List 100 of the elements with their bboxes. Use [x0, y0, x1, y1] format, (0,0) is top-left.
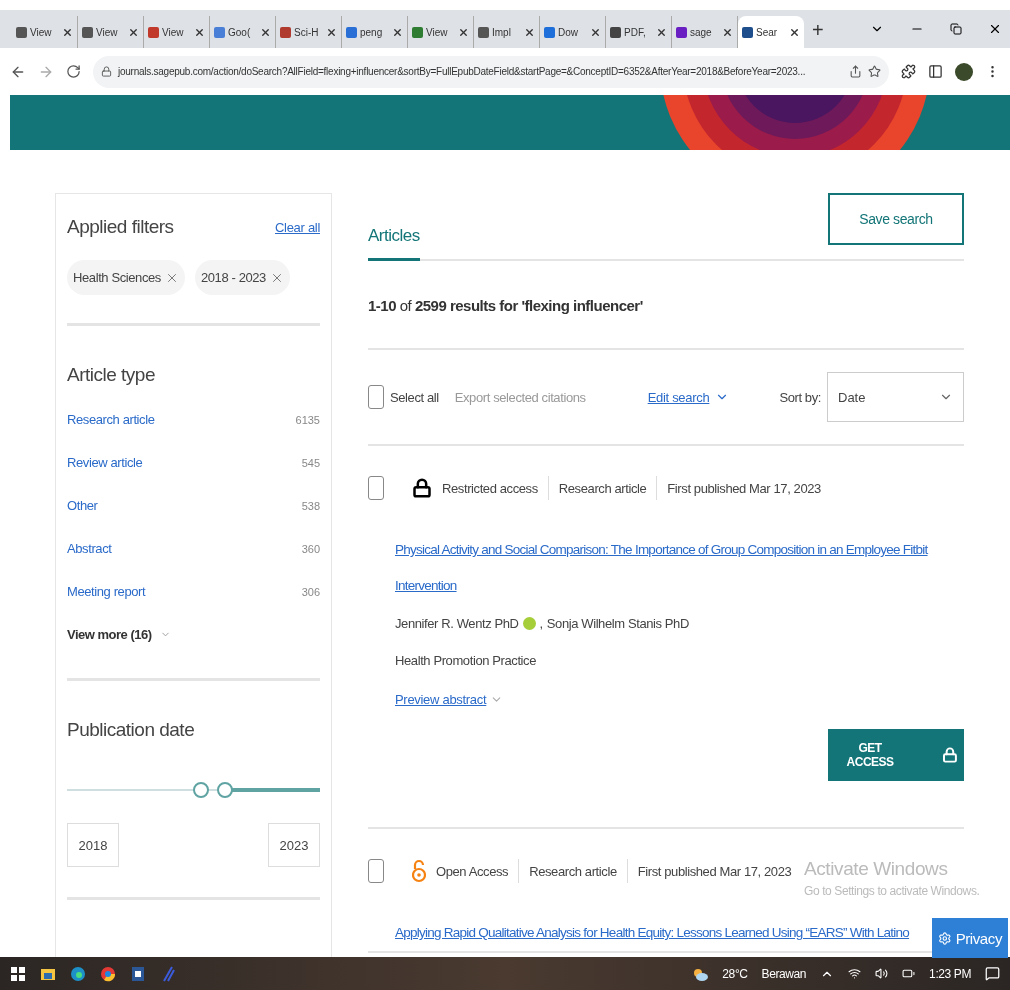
results-summary: 1-10 of 2599 results for 'flexing influencer': [368, 261, 964, 350]
browser-tab[interactable]: Goo(: [210, 16, 276, 48]
browser-tab[interactable]: Impl: [474, 16, 540, 48]
close-icon[interactable]: [458, 26, 469, 38]
extensions-icon[interactable]: [901, 64, 916, 79]
facet-link[interactable]: Review article: [67, 455, 143, 470]
lock-icon: [942, 747, 958, 763]
view-more-link[interactable]: View more (16): [67, 627, 320, 642]
facet-link[interactable]: Abstract: [67, 541, 112, 556]
browser-tab[interactable]: Dow: [540, 16, 606, 48]
year-to-field[interactable]: 2023: [268, 823, 320, 867]
section-title: Publication date: [67, 719, 196, 741]
browser-tab[interactable]: View: [144, 16, 210, 48]
close-icon[interactable]: [62, 26, 73, 38]
lock-icon: [412, 478, 432, 498]
facet-link[interactable]: Research article: [67, 412, 155, 427]
side-panel-icon[interactable]: [928, 64, 943, 79]
activation-title: Activate Windows: [804, 858, 949, 880]
facet-link[interactable]: Other: [67, 498, 98, 513]
journal-name: Health Promotion Practice: [395, 653, 536, 668]
browser-tab[interactable]: Sear: [738, 16, 804, 48]
access-label: Restricted access: [442, 480, 538, 496]
article-type: Research article: [529, 863, 617, 879]
sort-select[interactable]: Date: [827, 372, 964, 422]
close-icon[interactable]: [128, 26, 139, 38]
section-title: Applied filters: [67, 216, 174, 238]
select-all-label[interactable]: Select all: [390, 389, 439, 405]
tab-title: Impl: [492, 26, 512, 38]
article-title-link[interactable]: Physical Activity and Social Comparison: The Importance of Group Composition in an Employee Fitbit Intervention: [395, 532, 928, 604]
results-tab[interactable]: Articles: [368, 226, 420, 261]
chrome-icon[interactable]: [100, 965, 116, 982]
share-icon[interactable]: [849, 65, 862, 78]
browser-tab[interactable]: PDF,: [606, 16, 672, 48]
browser-tab[interactable]: View: [12, 16, 78, 48]
clock[interactable]: 1:23 PM: [929, 966, 971, 981]
article-title-link[interactable]: Applying Rapid Qualitative Analysis for Health Equity: Lessons Learned Using “EARS” With Latino: [395, 915, 928, 951]
browser-icon[interactable]: [70, 965, 86, 982]
browser-tab[interactable]: View: [408, 16, 474, 48]
notification-icon[interactable]: [985, 966, 1000, 981]
close-icon[interactable]: [656, 26, 667, 38]
year-from-field[interactable]: 2018: [67, 823, 119, 867]
tab-title: Dow: [558, 26, 579, 38]
result-checkbox[interactable]: [368, 859, 384, 883]
pen-icon[interactable]: [160, 965, 176, 982]
result-checkbox[interactable]: [368, 476, 384, 500]
privacy-button[interactable]: Privacy: [932, 918, 1008, 958]
facet-count: 306: [301, 585, 320, 598]
star-icon[interactable]: [868, 65, 881, 78]
author-name[interactable]: Sonja Wilhelm Stanis PhD: [546, 616, 689, 631]
windows-icon[interactable]: [10, 965, 26, 982]
tab-title: peng: [360, 26, 384, 38]
tab-title: Sear: [756, 26, 779, 38]
close-icon[interactable]: [590, 26, 601, 38]
close-icon[interactable]: [524, 26, 535, 38]
tab-title: Goo(: [228, 26, 252, 38]
publish-date: First published Mar 17, 2023: [637, 863, 792, 879]
close-icon[interactable]: [326, 26, 337, 38]
word-icon[interactable]: [130, 965, 146, 982]
profile-avatar[interactable]: [955, 62, 973, 81]
tab-title: View: [30, 26, 53, 38]
filter-chip[interactable]: Health Sciences: [67, 260, 185, 295]
tab-title: sage: [690, 26, 713, 38]
new-tab-button[interactable]: +: [804, 19, 832, 48]
weather-text: Berawan: [761, 966, 807, 981]
battery-icon[interactable]: [902, 967, 916, 980]
close-icon[interactable]: [789, 26, 800, 38]
reload-icon[interactable]: [66, 64, 81, 79]
facet-count: 360: [301, 542, 320, 555]
temperature: 28°C: [722, 966, 748, 981]
save-search-button[interactable]: Save search: [828, 193, 964, 245]
facet-link[interactable]: Meeting report: [67, 584, 146, 599]
address-bar[interactable]: journals.sagepub.com/action/doSearch?AllField=flexing+influencer&sortBy=FullEpubDateField&startPage=&ConceptID=6352&AfterYear=2018&BeforeYear=2023...: [93, 55, 889, 88]
facet-count: 6135: [295, 413, 320, 426]
restore-icon[interactable]: [950, 23, 962, 35]
volume-icon[interactable]: [875, 967, 889, 980]
close-icon[interactable]: [988, 22, 1002, 36]
select-all-checkbox[interactable]: [368, 385, 384, 409]
browser-tab[interactable]: View: [78, 16, 144, 48]
tab-title: View: [96, 26, 119, 38]
close-icon[interactable]: [722, 26, 733, 38]
close-icon[interactable]: [194, 26, 205, 38]
facet-count: 538: [301, 499, 320, 512]
close-icon[interactable]: [392, 26, 403, 38]
section-title: Article type: [67, 364, 156, 386]
filter-chip[interactable]: 2018 - 2023: [194, 260, 290, 295]
clear-all-link[interactable]: Clear all: [275, 219, 320, 235]
browser-tab[interactable]: peng: [342, 16, 408, 48]
get-access-button[interactable]: GET ACCESS: [828, 729, 964, 781]
author-name[interactable]: Jennifer R. Wentz PhD: [395, 616, 519, 631]
preview-abstract-link[interactable]: Preview abstract: [395, 692, 487, 707]
close-icon[interactable]: [260, 26, 271, 38]
gear-icon: [938, 930, 952, 946]
activation-text: Go to Settings to activate Windows.: [804, 884, 980, 898]
facet-count: 545: [301, 456, 320, 469]
edit-search-link[interactable]: Edit search: [647, 389, 710, 405]
article-type: Research article: [558, 480, 647, 496]
wifi-icon[interactable]: [848, 967, 862, 980]
sort-label: Sort by:: [779, 389, 821, 405]
browser-tab[interactable]: Sci-H: [276, 16, 342, 48]
open-lock-icon: [412, 859, 426, 883]
